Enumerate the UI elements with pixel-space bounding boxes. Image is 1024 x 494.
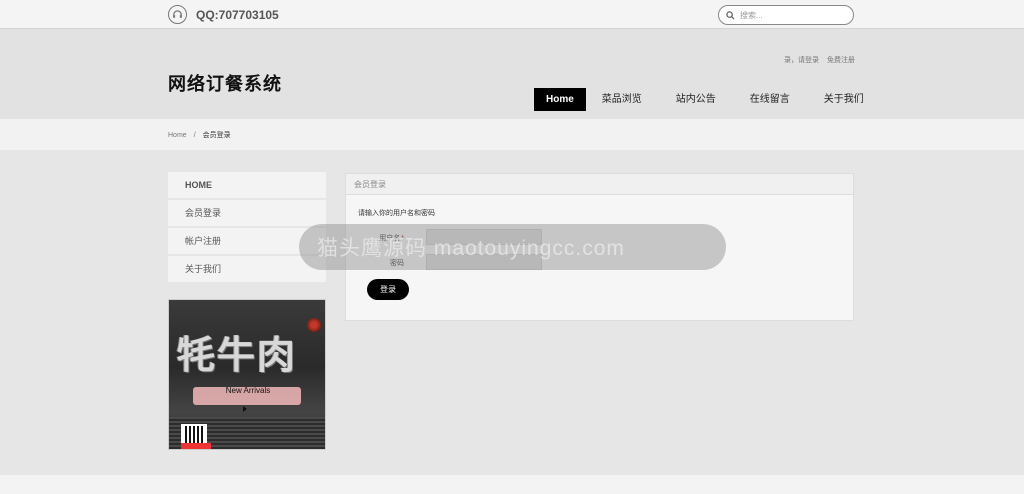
- breadcrumb: Home / 会员登录: [168, 130, 231, 140]
- sidebar-menu: HOME 会员登录 帐户注册 关于我们: [168, 172, 326, 284]
- sidebar-item-home[interactable]: HOME: [168, 172, 326, 198]
- site-header: 网络订餐系统 录，请登录 免费注册 Home 菜品浏览 站内公告 在线留言 关于…: [0, 29, 1024, 119]
- login-button[interactable]: 登录: [367, 279, 409, 300]
- username-label: 用户名*: [346, 233, 404, 243]
- password-field[interactable]: [426, 254, 542, 270]
- sidebar-item-member-login[interactable]: 会员登录: [168, 200, 326, 226]
- promo-red-label: [181, 443, 211, 449]
- breadcrumb-separator: /: [193, 132, 196, 139]
- main-nav: Home 菜品浏览 站内公告 在线留言 关于我们: [534, 88, 887, 111]
- promo-arrivals: New Arrivals: [225, 386, 271, 395]
- nav-item-announcements[interactable]: 站内公告: [665, 88, 727, 111]
- password-label: 密码: [390, 260, 404, 267]
- nav-item-home[interactable]: Home: [534, 88, 586, 111]
- play-icon: [243, 406, 247, 412]
- nav-item-about[interactable]: 关于我们: [813, 88, 875, 111]
- login-link[interactable]: 录，请登录: [784, 57, 819, 64]
- username-label-text: 用户名: [379, 235, 401, 242]
- breadcrumb-current: 会员登录: [202, 132, 231, 139]
- search-input[interactable]: [740, 10, 840, 20]
- sidebar-item-about[interactable]: 关于我们: [168, 256, 326, 282]
- login-hint: 请输入你的用户名和密码: [358, 210, 435, 217]
- nav-item-messages[interactable]: 在线留言: [739, 88, 801, 111]
- breadcrumb-home[interactable]: Home: [168, 132, 187, 139]
- sidebar-item-register[interactable]: 帐户注册: [168, 228, 326, 254]
- promo-title: 牦牛肉: [177, 333, 298, 377]
- nav-item-dishes[interactable]: 菜品浏览: [591, 88, 653, 111]
- top-bar: QQ:707703105: [0, 0, 1024, 29]
- flower-decoration: [307, 318, 321, 332]
- auth-links: 录，请登录 免费注册: [784, 55, 855, 65]
- headset-icon: [168, 5, 187, 24]
- site-title: 网络订餐系统: [168, 74, 282, 94]
- footer-band: [0, 475, 1024, 494]
- promo-image[interactable]: 牦牛肉 New Arrivals: [168, 299, 326, 450]
- search-box[interactable]: [718, 5, 854, 25]
- breadcrumb-bar: Home / 会员登录: [0, 119, 1024, 150]
- login-panel: 会员登录 请输入你的用户名和密码 用户名* 密码 登录: [345, 173, 854, 321]
- qq-contact: QQ:707703105: [168, 5, 279, 24]
- qq-number: QQ:707703105: [196, 7, 279, 22]
- search-icon: [726, 10, 735, 20]
- panel-title: 会员登录: [346, 174, 853, 195]
- username-field[interactable]: [426, 229, 542, 245]
- register-link[interactable]: 免费注册: [827, 57, 855, 64]
- required-mark: *: [401, 235, 404, 242]
